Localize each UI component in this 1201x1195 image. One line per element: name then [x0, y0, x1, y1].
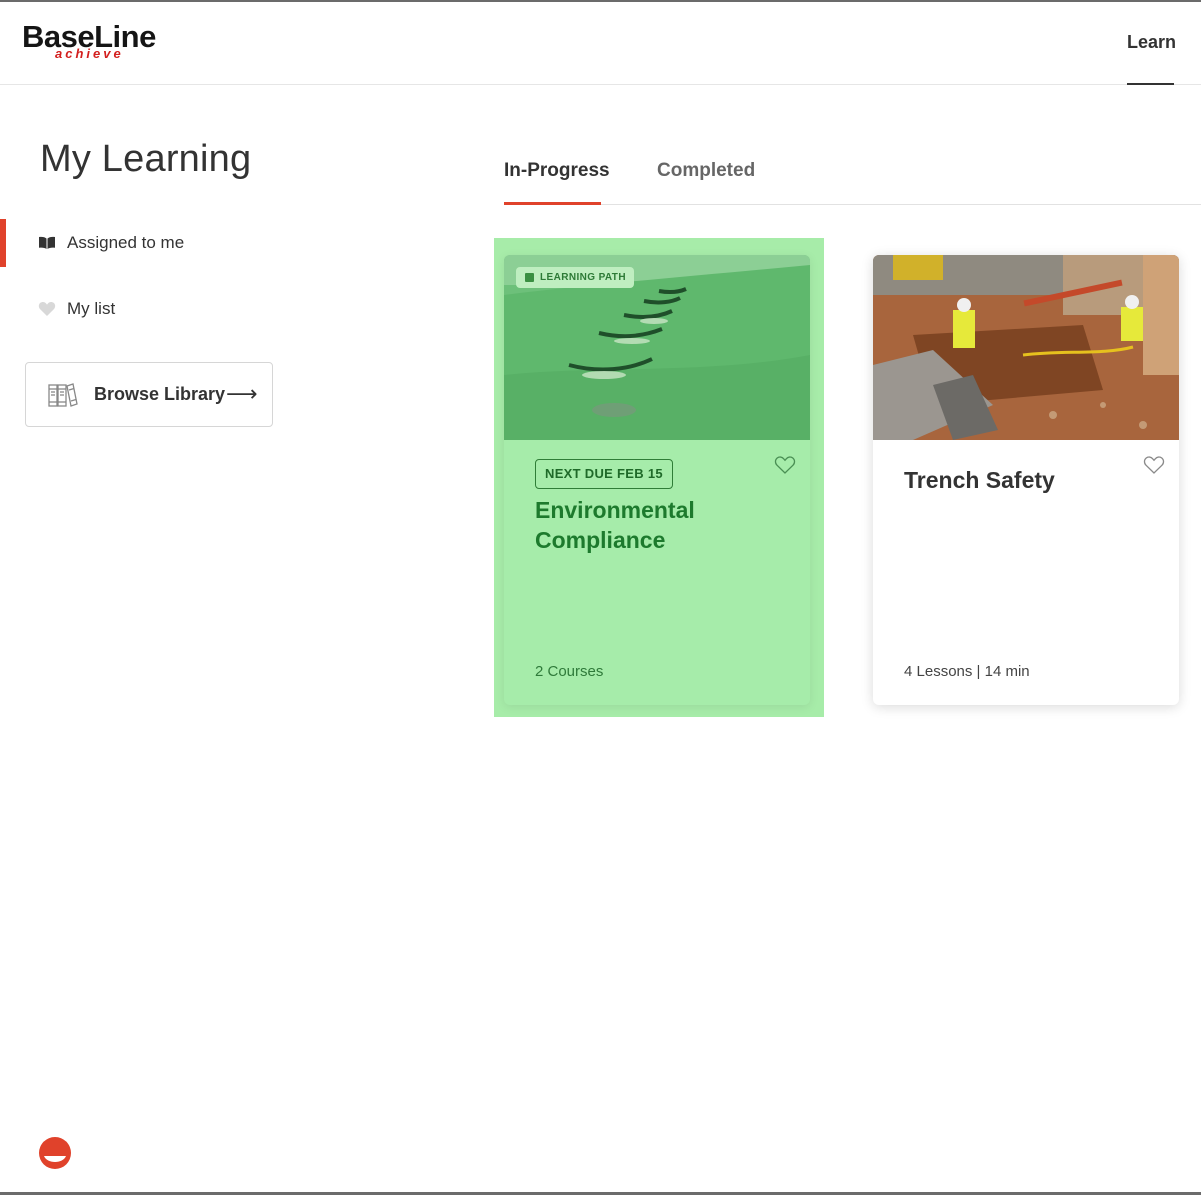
card-meta: 4 Lessons | 14 min: [904, 663, 1030, 680]
tab-completed[interactable]: Completed: [657, 160, 755, 182]
top-header: BaseLine achieve Learn: [0, 2, 1201, 85]
tab-active-indicator: [504, 202, 601, 205]
nav-active-indicator: [1127, 83, 1174, 85]
course-card-trench-safety[interactable]: Trench Safety 4 Lessons | 14 min: [873, 255, 1179, 705]
browse-library-button[interactable]: Browse Library ⟶: [25, 362, 273, 427]
due-date-badge: NEXT DUE FEB 15: [535, 459, 673, 489]
browse-library-label: Browse Library: [94, 384, 226, 404]
library-books-icon: [48, 382, 78, 408]
favorite-heart-icon[interactable]: [774, 455, 796, 475]
learning-path-icon: [525, 273, 534, 282]
arrow-right-icon: ⟶: [226, 381, 258, 406]
course-card-environmental-compliance[interactable]: LEARNING PATH NEXT DUE FEB 15 Environmen…: [504, 255, 810, 705]
heart-icon: [38, 301, 56, 317]
page-title: My Learning: [40, 138, 252, 180]
sidebar-item-my-list[interactable]: My list: [0, 285, 300, 333]
help-chat-icon[interactable]: [38, 1136, 72, 1170]
tabs-divider: [504, 204, 1201, 205]
card-title: Trench Safety: [904, 467, 1055, 493]
learning-path-badge: LEARNING PATH: [516, 267, 634, 288]
card-meta: 2 Courses: [535, 663, 604, 680]
sidebar-item-label: My list: [67, 299, 116, 318]
book-open-icon: [38, 235, 56, 251]
logo-subtitle: achieve: [55, 46, 124, 61]
baseline-logo[interactable]: BaseLine achieve: [22, 20, 172, 66]
badge-label: LEARNING PATH: [540, 272, 626, 283]
card-title: Environmental Compliance: [535, 497, 695, 553]
card-image: [873, 255, 1179, 440]
active-indicator: [0, 219, 6, 267]
nav-learn-link[interactable]: Learn: [1127, 32, 1176, 53]
sidebar-item-label: Assigned to me: [67, 233, 185, 252]
sidebar-item-assigned[interactable]: Assigned to me: [0, 219, 300, 267]
tab-in-progress[interactable]: In-Progress: [504, 160, 610, 182]
